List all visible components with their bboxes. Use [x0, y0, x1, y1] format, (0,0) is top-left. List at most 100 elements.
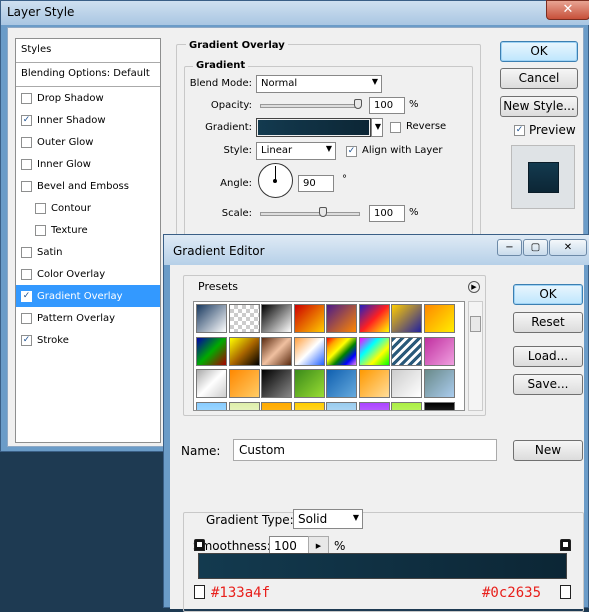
preset-swatch[interactable] — [293, 336, 325, 366]
preset-swatch[interactable] — [261, 401, 292, 410]
gradient-dropdown-button[interactable]: ▼ — [371, 118, 383, 137]
cancel-button[interactable]: Cancel — [500, 68, 578, 89]
preset-swatch[interactable] — [293, 369, 325, 398]
preset-swatch[interactable] — [358, 401, 390, 410]
angle-dial[interactable] — [258, 163, 293, 198]
preset-swatch[interactable] — [261, 304, 292, 333]
scale-slider-track[interactable] — [260, 212, 360, 216]
style-item-gradient-overlay[interactable]: ✓ Gradient Overlay — [16, 285, 160, 307]
maximize-button[interactable]: ▢ — [523, 239, 548, 256]
preset-swatch[interactable] — [293, 401, 325, 410]
new-button[interactable]: New — [513, 440, 583, 461]
opacity-stop-right[interactable] — [560, 539, 571, 551]
preset-swatch[interactable] — [228, 336, 260, 366]
preset-swatch[interactable] — [326, 369, 357, 398]
checkbox[interactable] — [21, 180, 32, 192]
preset-swatch[interactable] — [391, 336, 422, 366]
preset-swatch[interactable] — [196, 401, 227, 410]
preset-swatch[interactable] — [358, 304, 390, 333]
preset-swatch[interactable] — [423, 369, 455, 398]
preset-swatch[interactable] — [196, 369, 227, 398]
gradient-picker[interactable] — [256, 118, 371, 137]
checkmark-icon[interactable]: ✓ — [21, 114, 32, 126]
checkmark-icon[interactable]: ✓ — [346, 146, 357, 157]
load-button[interactable]: Load... — [513, 346, 583, 367]
style-item-outer-glow[interactable]: Outer Glow — [16, 131, 160, 153]
checkbox[interactable] — [21, 158, 32, 170]
preset-swatch[interactable] — [391, 401, 422, 410]
opacity-slider-track[interactable] — [260, 104, 360, 108]
style-item-stroke[interactable]: ✓ Stroke — [16, 329, 160, 351]
blending-options-item[interactable]: Blending Options: Default — [16, 63, 160, 87]
close-button[interactable]: ✕ — [549, 239, 587, 256]
style-item-satin[interactable]: Satin — [16, 241, 160, 263]
reverse-checkbox[interactable] — [390, 122, 401, 133]
checkmark-icon[interactable]: ✓ — [21, 290, 32, 302]
new-style-button[interactable]: New Style... — [500, 96, 578, 117]
scale-input[interactable]: 100 — [369, 205, 405, 222]
checkbox[interactable] — [21, 268, 32, 280]
gradient-bar[interactable] — [198, 553, 567, 579]
checkbox[interactable] — [21, 312, 32, 324]
scale-slider-thumb[interactable] — [319, 207, 327, 217]
reset-button[interactable]: Reset — [513, 312, 583, 333]
checkmark-icon[interactable]: ✓ — [514, 125, 525, 136]
color-stop-left[interactable] — [194, 585, 205, 599]
preset-swatch[interactable] — [423, 336, 455, 366]
preset-swatch[interactable] — [196, 304, 227, 333]
preset-swatch[interactable] — [423, 304, 455, 333]
gradient-type-dropdown[interactable]: Solid ▼ — [293, 509, 363, 529]
layer-style-titlebar[interactable]: Layer Style ✕ — [1, 0, 589, 25]
style-item-bevel-emboss[interactable]: Bevel and Emboss — [16, 175, 160, 197]
preset-swatch[interactable] — [228, 401, 260, 410]
color-stop-right[interactable] — [560, 585, 571, 599]
preset-swatch[interactable] — [228, 369, 260, 398]
gradient-overlay-panel: Gradient Overlay Gradient Blend Mode: No… — [176, 38, 481, 244]
scrollbar-thumb[interactable] — [470, 316, 481, 332]
preset-swatch[interactable] — [326, 401, 357, 410]
style-item-inner-glow[interactable]: Inner Glow — [16, 153, 160, 175]
angle-input[interactable]: 90 — [298, 175, 334, 192]
preset-swatch[interactable] — [391, 304, 422, 333]
save-button[interactable]: Save... — [513, 374, 583, 395]
presets-grid[interactable] — [193, 301, 465, 411]
preset-swatch[interactable] — [423, 401, 455, 410]
checkbox[interactable] — [21, 136, 32, 148]
checkmark-icon[interactable]: ✓ — [21, 334, 32, 346]
blend-mode-dropdown[interactable]: Normal ▼ — [256, 75, 382, 93]
preset-swatch[interactable] — [358, 369, 390, 398]
opacity-slider-thumb[interactable] — [354, 99, 362, 109]
presets-menu-icon[interactable]: ▶ — [468, 281, 480, 293]
opacity-input[interactable]: 100 — [369, 97, 405, 114]
preset-swatch[interactable] — [391, 369, 422, 398]
preset-swatch[interactable] — [196, 336, 227, 366]
ok-button[interactable]: OK — [500, 41, 578, 62]
style-dropdown[interactable]: Linear ▼ — [256, 142, 336, 160]
preset-swatch[interactable] — [228, 304, 260, 333]
checkbox[interactable] — [35, 224, 46, 236]
style-item-label: Pattern Overlay — [37, 312, 116, 324]
close-button[interactable]: ✕ — [546, 0, 589, 20]
preset-swatch[interactable] — [261, 336, 292, 366]
preset-swatch[interactable] — [358, 336, 390, 366]
style-item-color-overlay[interactable]: Color Overlay — [16, 263, 160, 285]
checkbox[interactable] — [21, 246, 32, 258]
name-input[interactable]: Custom — [233, 439, 497, 461]
style-item-texture[interactable]: Texture — [16, 219, 160, 241]
preset-swatch[interactable] — [326, 304, 357, 333]
ok-button[interactable]: OK — [513, 284, 583, 305]
minimize-button[interactable]: − — [497, 239, 522, 256]
checkbox[interactable] — [35, 202, 46, 214]
styles-header[interactable]: Styles — [16, 39, 160, 63]
style-item-inner-shadow[interactable]: ✓ Inner Shadow — [16, 109, 160, 131]
preset-swatch[interactable] — [293, 304, 325, 333]
style-item-pattern-overlay[interactable]: Pattern Overlay — [16, 307, 160, 329]
style-item-contour[interactable]: Contour — [16, 197, 160, 219]
preset-swatch[interactable] — [326, 336, 357, 366]
presets-scrollbar[interactable] — [468, 301, 483, 411]
checkbox[interactable] — [21, 92, 32, 104]
opacity-stop-left[interactable] — [194, 539, 205, 551]
gradient-editor-titlebar[interactable]: Gradient Editor − ▢ ✕ — [164, 235, 589, 265]
preset-swatch[interactable] — [261, 369, 292, 398]
style-item-drop-shadow[interactable]: Drop Shadow — [16, 87, 160, 109]
